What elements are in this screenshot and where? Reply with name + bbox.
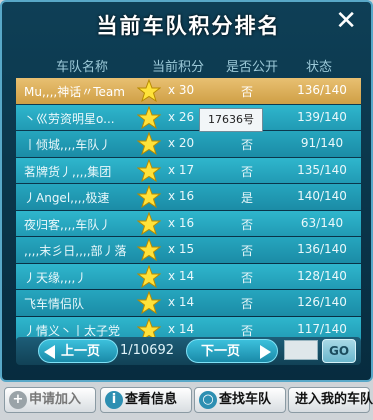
- team-status: 135/140: [297, 162, 347, 177]
- page-number-input[interactable]: [284, 340, 318, 360]
- team-status: 139/140: [297, 109, 347, 124]
- action-bar: + 申请加入 i 查看信息 ○ 查找车队 进入我的车队: [0, 384, 373, 420]
- star-icon: [137, 211, 161, 235]
- next-page-button[interactable]: 下一页: [186, 339, 278, 363]
- team-score: x 26: [168, 109, 195, 124]
- team-score: x 20: [168, 136, 195, 150]
- pagination-bar: 上一页 1/10692 下一页 GO: [16, 337, 361, 365]
- star-icon: [137, 79, 161, 103]
- team-name: 飞车情侣队: [24, 297, 85, 311]
- star-icon: [137, 158, 161, 182]
- table-row[interactable]: 丿Angel,,,,极速 x 16 是 140/140: [16, 184, 361, 210]
- plus-icon: +: [9, 391, 27, 409]
- team-name: ,,,,末彡日,,,,部丿落: [24, 244, 127, 258]
- find-team-button[interactable]: ○ 查找车队: [194, 387, 286, 413]
- table-row[interactable]: Mu,,,,神话〃Team x 30 否 136/140: [16, 78, 361, 104]
- team-public: 否: [241, 323, 254, 338]
- view-info-label: 查看信息: [125, 392, 178, 407]
- team-ranking-panel: 当前车队积分排名 ✕ 车队名称 当前积分 是否公开 状态 Mu,,,,神话〃Te…: [0, 0, 373, 382]
- team-status: 140/140: [297, 189, 347, 203]
- close-icon[interactable]: ✕: [335, 8, 357, 34]
- go-button[interactable]: GO: [322, 339, 356, 363]
- table-row[interactable]: ,,,,末彡日,,,,部丿落 x 15 否 136/140: [16, 237, 361, 263]
- star-icon: [137, 264, 161, 288]
- table-row[interactable]: 夜归客,,,,车队丿 x 16 否 63/140: [16, 210, 361, 236]
- star-icon: [137, 105, 161, 129]
- header-name: 车队名称: [56, 60, 109, 75]
- table-row[interactable]: 丨倾城,,,,车队丿 x 20 否 91/140: [16, 131, 361, 157]
- team-public: 否: [241, 244, 254, 258]
- team-name: 丿Angel,,,,极速: [24, 191, 110, 205]
- team-name: 茗牌货丿,,,,集团: [24, 164, 112, 179]
- page-indicator: 1/10692: [120, 343, 175, 358]
- team-status: 136/140: [297, 83, 347, 97]
- star-icon: [137, 185, 161, 209]
- team-status: 63/140: [300, 215, 344, 230]
- window-title: 当前车队积分排名: [96, 14, 281, 38]
- team-status: 126/140: [297, 295, 347, 309]
- team-public: 否: [241, 138, 254, 152]
- ranking-list: Mu,,,,神话〃Team x 30 否 136/140 丶巛劳资明星o... …: [16, 78, 361, 343]
- team-public: 否: [241, 270, 254, 285]
- header-status: 状态: [306, 60, 333, 75]
- team-public: 否: [241, 164, 254, 179]
- team-score: x 14: [168, 268, 195, 283]
- table-row[interactable]: 茗牌货丿,,,,集团 x 17 否 135/140: [16, 157, 361, 183]
- next-page-label: 下一页: [201, 344, 241, 359]
- star-icon: [137, 132, 161, 156]
- apply-join-button[interactable]: + 申请加入: [4, 387, 96, 413]
- hover-tooltip: 17636号: [199, 108, 263, 132]
- search-icon: ○: [199, 391, 217, 409]
- team-score: x 16: [168, 215, 195, 230]
- my-team-button[interactable]: 进入我的车队: [288, 387, 373, 413]
- team-name: 丿天缘,,,,丿: [24, 270, 88, 285]
- team-score: x 14: [168, 295, 195, 309]
- view-info-button[interactable]: i 查看信息: [100, 387, 192, 413]
- header-public: 是否公开: [226, 60, 279, 75]
- team-score: x 16: [168, 189, 195, 203]
- team-score: x 17: [168, 162, 195, 177]
- team-score: x 15: [168, 242, 195, 256]
- team-score: x 30: [168, 83, 195, 97]
- arrow-left-icon: [44, 345, 55, 359]
- team-public: 否: [241, 85, 254, 99]
- team-status: 136/140: [297, 242, 347, 256]
- prev-page-label: 上一页: [61, 344, 101, 359]
- arrow-right-icon: [260, 345, 271, 359]
- table-row[interactable]: 丶巛劳资明星o... x 26 否 139/140: [16, 104, 361, 130]
- my-team-label: 进入我的车队: [295, 392, 373, 407]
- team-name: 丿情义丶丨太子党: [24, 323, 121, 338]
- table-row[interactable]: 飞车情侣队 x 14 否 126/140: [16, 290, 361, 316]
- header-score: 当前积分: [152, 60, 205, 75]
- prev-page-button[interactable]: 上一页: [38, 339, 118, 363]
- team-public: 否: [241, 217, 254, 232]
- team-public: 是: [241, 191, 254, 205]
- team-name: 丨倾城,,,,车队丿: [24, 138, 112, 152]
- team-score: x 14: [168, 321, 195, 336]
- table-row[interactable]: 丿天缘,,,,丿 x 14 否 128/140: [16, 263, 361, 289]
- table-header: 车队名称 当前积分 是否公开 状态: [16, 54, 361, 76]
- team-status: 91/140: [300, 136, 344, 150]
- info-icon: i: [105, 391, 123, 409]
- team-name: 夜归客,,,,车队丿: [24, 217, 112, 232]
- team-status: 117/140: [297, 321, 347, 336]
- find-team-label: 查找车队: [219, 392, 272, 407]
- star-icon: [137, 238, 161, 262]
- team-public: 否: [241, 297, 254, 311]
- team-name: 丶巛劳资明星o...: [24, 111, 115, 126]
- apply-join-label: 申请加入: [29, 392, 82, 407]
- team-name: Mu,,,,神话〃Team: [24, 85, 125, 99]
- star-icon: [137, 291, 161, 315]
- team-status: 128/140: [297, 268, 347, 283]
